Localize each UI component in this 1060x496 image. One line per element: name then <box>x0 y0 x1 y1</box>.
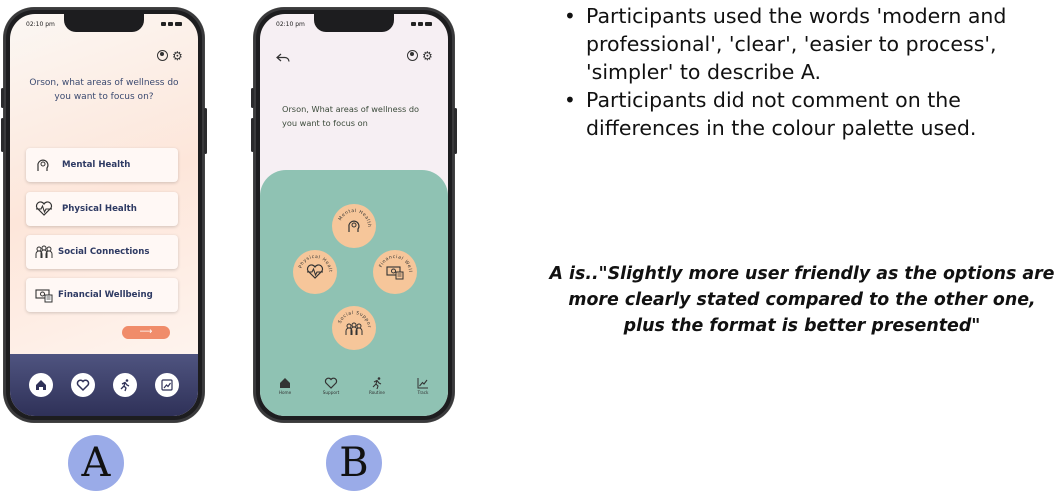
circle-label-ring: Physical Health <box>293 250 333 273</box>
option-physical-health[interactable]: Physical Health <box>26 192 178 226</box>
nav-routine[interactable] <box>113 373 137 397</box>
nav-label: Routine <box>369 390 385 395</box>
circle-label: Mental Health <box>337 208 371 228</box>
option-social-connections[interactable]: Social Connections <box>26 235 178 269</box>
option-label: Mental Health <box>62 160 131 170</box>
chart-icon <box>417 378 428 389</box>
nav-support[interactable]: Support <box>314 376 348 406</box>
circle-label: Physical Health <box>293 250 332 273</box>
nav-chart[interactable] <box>155 373 179 397</box>
running-icon <box>372 377 382 390</box>
heart-pulse-icon <box>35 201 53 216</box>
nav-label: Support <box>322 390 340 395</box>
circle-label-ring: Financial Well <box>378 254 413 273</box>
option-financial-wellbeing[interactable]: Financial Wellbeing <box>26 278 178 312</box>
participant-quote: A is.."Slightly more user friendly as th… <box>549 264 1055 336</box>
signal-icon <box>411 22 432 26</box>
signal-icon <box>161 22 182 26</box>
status-bar: 02:10 pm <box>276 18 432 30</box>
svg-text:Mental Health: Mental Health <box>337 208 372 228</box>
next-button[interactable]: ⟶ <box>122 326 170 339</box>
heart-icon <box>324 377 338 389</box>
option-label: Financial Wellbeing <box>58 290 153 300</box>
nav-label: Home <box>278 390 292 395</box>
nav-home[interactable]: Home <box>268 376 302 406</box>
nav-label: Track <box>417 390 429 395</box>
finding-item: Participants did not comment on the diff… <box>560 86 1060 142</box>
findings-list: Participants used the words 'modern and … <box>560 2 1060 142</box>
nav-routine[interactable]: Routine <box>360 376 394 406</box>
svg-text:Financial Well: Financial Well <box>378 254 413 273</box>
head-icon <box>37 159 49 171</box>
top-icons: ⚙ <box>407 50 434 62</box>
status-time: 02:10 pm <box>26 20 55 28</box>
option-mental-health[interactable]: Mental Health <box>26 148 178 182</box>
status-time: 02:10 pm <box>276 20 305 28</box>
svg-text:Physical Health: Physical Health <box>293 250 333 273</box>
nav-home[interactable] <box>29 373 53 397</box>
people-icon <box>35 245 53 258</box>
option-label: Social Connections <box>58 247 150 257</box>
chart-icon <box>161 379 173 391</box>
screen-a: 02:10 pm ⚙ Orson, what areas of wellness… <box>10 14 198 416</box>
circle-label-ring: Mental Health <box>337 208 372 228</box>
nav-track[interactable]: Track <box>406 376 440 406</box>
circle-label: Financial Well <box>378 254 412 273</box>
circle-financial-wellbeing[interactable]: Financial Well <box>373 250 417 294</box>
running-icon <box>120 379 130 392</box>
phone-b: 02:10 pm ⚙ Orson, What areas of wellness… <box>251 8 457 422</box>
question-text: Orson, what areas of wellness do you wan… <box>29 78 179 102</box>
circle-mental-health[interactable]: Mental Health <box>332 204 376 248</box>
bottom-nav <box>10 354 198 416</box>
svg-text:Social Support: Social Support <box>332 306 372 328</box>
label-b: B <box>326 435 382 491</box>
status-bar: 02:10 pm <box>26 18 182 30</box>
top-icons: ⚙ <box>157 50 184 62</box>
circle-social-support[interactable]: Social Support <box>332 306 376 350</box>
question-text: Orson, What areas of wellness do you wan… <box>282 104 420 128</box>
circle-label-ring: Social Support <box>332 306 372 328</box>
bottom-nav: Home Support Routine Track <box>268 376 440 406</box>
finding-item: Participants used the words 'modern and … <box>560 2 1060 86</box>
circle-physical-health[interactable]: Physical Health <box>293 250 337 294</box>
profile-icon[interactable] <box>157 50 168 61</box>
option-label: Physical Health <box>62 204 137 214</box>
label-a: A <box>68 435 124 491</box>
gear-icon[interactable]: ⚙ <box>422 50 434 62</box>
gear-icon[interactable]: ⚙ <box>172 50 184 62</box>
home-icon <box>36 380 46 390</box>
nav-heart[interactable] <box>71 373 95 397</box>
home-icon <box>280 378 290 388</box>
circle-label: Social Support <box>332 306 371 328</box>
heart-icon <box>76 379 90 392</box>
back-arrow-icon[interactable] <box>276 52 290 64</box>
screen-b: 02:10 pm ⚙ Orson, What areas of wellness… <box>260 14 448 416</box>
money-icon <box>35 289 53 303</box>
phone-a: 02:10 pm ⚙ Orson, what areas of wellness… <box>1 8 207 422</box>
profile-icon[interactable] <box>407 50 418 61</box>
